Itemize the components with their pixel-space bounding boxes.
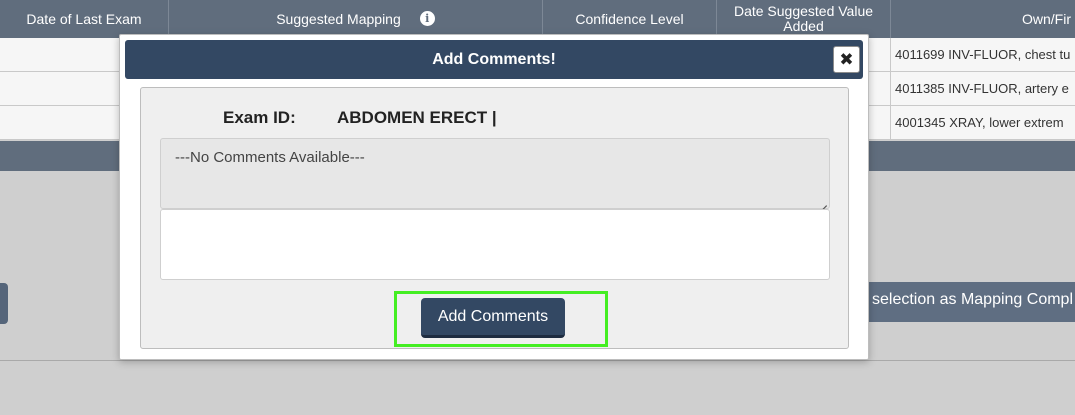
info-icon[interactable]: i — [419, 10, 435, 26]
table-cell-own-fir: 4011699 INV-FLUOR, chest tu — [890, 38, 1075, 72]
mark-complete-button[interactable]: selection as Mapping Compl — [864, 282, 1075, 322]
close-icon[interactable]: ✖ — [833, 46, 860, 73]
column-header-confidence-level[interactable]: Confidence Level — [543, 0, 717, 38]
existing-comments-text: ---No Comments Available--- — [175, 149, 365, 166]
left-action-button[interactable] — [0, 283, 8, 324]
add-comments-dialog: Add Comments! ✖ Exam ID: ABDOMEN ERECT |… — [119, 34, 869, 360]
results-table-header: Date of Last Exam Suggested Mapping i Co… — [0, 0, 1075, 38]
resize-grip-icon[interactable] — [819, 198, 827, 206]
divider — [0, 360, 1075, 361]
new-comment-input[interactable] — [160, 209, 830, 280]
exam-id-label: Exam ID: — [223, 108, 296, 127]
existing-comments-box: ---No Comments Available--- — [160, 138, 830, 209]
add-comments-button[interactable]: Add Comments — [421, 298, 565, 338]
column-header-date-last-exam[interactable]: Date of Last Exam — [0, 0, 169, 38]
table-cell-own-fir: 4001345 XRAY, lower extrem — [890, 106, 1075, 140]
dialog-header: Add Comments! — [125, 40, 863, 79]
dialog-body: Exam ID: ABDOMEN ERECT | ---No Comments … — [140, 87, 849, 349]
dialog-title: Add Comments! — [432, 50, 556, 68]
exam-id-value: ABDOMEN ERECT | — [337, 108, 497, 127]
column-header-suggested-mapping[interactable]: Suggested Mapping i — [169, 0, 543, 38]
column-header-own-fir[interactable]: Own/Fir — [891, 0, 1075, 38]
table-cell-own-fir: 4011385 INV-FLUOR, artery e — [890, 72, 1075, 106]
column-header-date-suggested-added[interactable]: Date Suggested Value Added — [717, 0, 891, 38]
